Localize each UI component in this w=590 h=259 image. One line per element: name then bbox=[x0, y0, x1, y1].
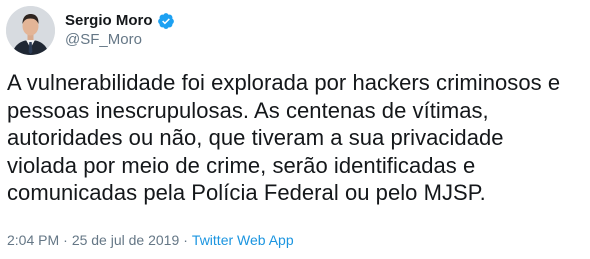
display-name[interactable]: Sergio Moro bbox=[65, 11, 153, 31]
avatar[interactable] bbox=[6, 6, 55, 55]
tweet-source-link[interactable]: Twitter Web App bbox=[192, 232, 294, 248]
tweet-text-line: A vulnerabilidade foi explorada por hack… bbox=[7, 70, 561, 95]
tweet-text-line: pessoas inescrupulosas. As centenas de v… bbox=[7, 97, 489, 123]
tweet-date[interactable]: 25 de jul de 2019 bbox=[72, 232, 179, 248]
tweet-card: Sergio Moro @SF_Moro A vulnerabilidade f… bbox=[0, 0, 590, 259]
tweet-text-line: autoridades ou não, que tiveram a sua pr… bbox=[7, 125, 504, 151]
tweet-meta: 2:04 PM · 25 de jul de 2019 · Twitter We… bbox=[7, 232, 294, 248]
tweet-text-line: violada por meio de crime, serão identif… bbox=[7, 152, 476, 178]
meta-separator: · bbox=[183, 232, 188, 248]
tweet-text: A vulnerabilidade foi explorada por hack… bbox=[7, 69, 585, 207]
avatar-image bbox=[6, 6, 55, 55]
tweet-time[interactable]: 2:04 PM bbox=[7, 232, 59, 248]
author-names: Sergio Moro @SF_Moro bbox=[65, 11, 175, 50]
verified-badge-icon bbox=[157, 12, 175, 30]
name-row: Sergio Moro bbox=[65, 11, 175, 31]
tweet-header: Sergio Moro @SF_Moro bbox=[6, 6, 175, 55]
author-handle[interactable]: @SF_Moro bbox=[65, 30, 175, 50]
tweet-text-line: comunicadas pela Polícia Federal ou pelo… bbox=[7, 180, 486, 206]
meta-separator: · bbox=[63, 232, 68, 248]
